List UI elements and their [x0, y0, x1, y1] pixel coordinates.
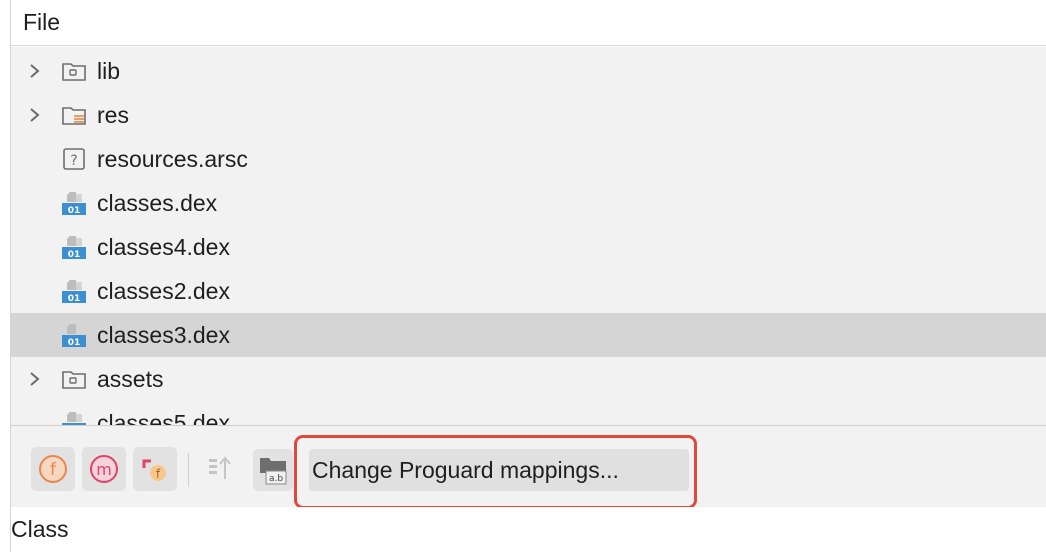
toolbar-separator: [188, 453, 189, 487]
dex-file-icon: 01: [62, 236, 86, 260]
dex-file-icon: 01: [62, 280, 86, 304]
tree-item-classes-dex[interactable]: 01 classes.dex: [11, 181, 1046, 225]
tree-item-label: classes4.dex: [97, 234, 230, 260]
tree-item-label: classes.dex: [97, 190, 218, 216]
tree-item-classes3-dex[interactable]: 01 classes3.dex: [11, 313, 1046, 357]
chevron-right-icon[interactable]: [25, 61, 43, 81]
show-fields-button[interactable]: f: [31, 447, 75, 491]
method-icon: m: [90, 455, 118, 483]
svg-text:01: 01: [68, 206, 81, 216]
mapping-folder-icon: a.b: [260, 458, 287, 485]
folder-icon: [62, 371, 86, 389]
change-proguard-mappings-button[interactable]: Change Proguard mappings...: [309, 449, 689, 491]
tree-item-resources-arsc[interactable]: ? resources.arsc: [11, 137, 1046, 181]
bytecode-toolbar: f m f a.b Change Proguard mappings...: [11, 425, 1046, 509]
svg-text:?: ?: [70, 153, 77, 169]
tree-item-classes5-dex[interactable]: 01 classes5.dex: [11, 401, 1046, 425]
tree-item-label: res: [97, 102, 129, 128]
tree-item-classes2-dex[interactable]: 01 classes2.dex: [11, 269, 1046, 313]
tree-item-label: classes3.dex: [97, 322, 230, 348]
file-column-title: File: [23, 9, 61, 35]
dex-file-icon: 01: [62, 412, 86, 425]
tree-item-assets[interactable]: assets: [11, 357, 1046, 401]
tree-item-label: classes5.dex: [97, 410, 230, 425]
svg-text:01: 01: [68, 250, 81, 260]
svg-text:01: 01: [68, 294, 81, 304]
tree-item-label: classes2.dex: [97, 278, 230, 304]
class-column-header[interactable]: Class: [11, 507, 1046, 552]
unknown-file-icon: ?: [63, 148, 85, 170]
dex-file-icon: 01: [62, 324, 86, 348]
show-referenced-button[interactable]: f: [133, 447, 177, 491]
field-icon-letter: f: [50, 460, 57, 480]
folder-icon: [62, 63, 86, 81]
tree-item-res[interactable]: res: [11, 93, 1046, 137]
tree-item-label: assets: [97, 366, 164, 392]
field-reference-icon: f: [142, 459, 166, 481]
show-methods-button[interactable]: m: [82, 447, 126, 491]
tree-item-classes4-dex[interactable]: 01 classes4.dex: [11, 225, 1046, 269]
tree-item-label: resources.arsc: [97, 146, 248, 172]
field-icon: f: [39, 455, 67, 483]
file-column-header[interactable]: File: [11, 0, 1046, 46]
svg-text:01: 01: [68, 338, 81, 348]
tree-item-lib[interactable]: lib: [11, 49, 1046, 93]
dex-file-icon: 01: [62, 192, 86, 216]
load-mappings-icon-button[interactable]: a.b: [253, 449, 293, 491]
apk-file-tree[interactable]: lib res ? resources.arsc 01 classes.dex …: [11, 47, 1046, 425]
tree-item-label: lib: [97, 58, 121, 84]
chevron-right-icon[interactable]: [25, 105, 43, 125]
svg-text:a.b: a.b: [269, 474, 283, 484]
class-column-title: Class: [11, 516, 69, 542]
sort-icon[interactable]: [205, 453, 237, 485]
method-icon-letter: m: [96, 460, 112, 479]
chevron-right-icon[interactable]: [25, 369, 43, 389]
resource-folder-icon: [62, 107, 86, 125]
